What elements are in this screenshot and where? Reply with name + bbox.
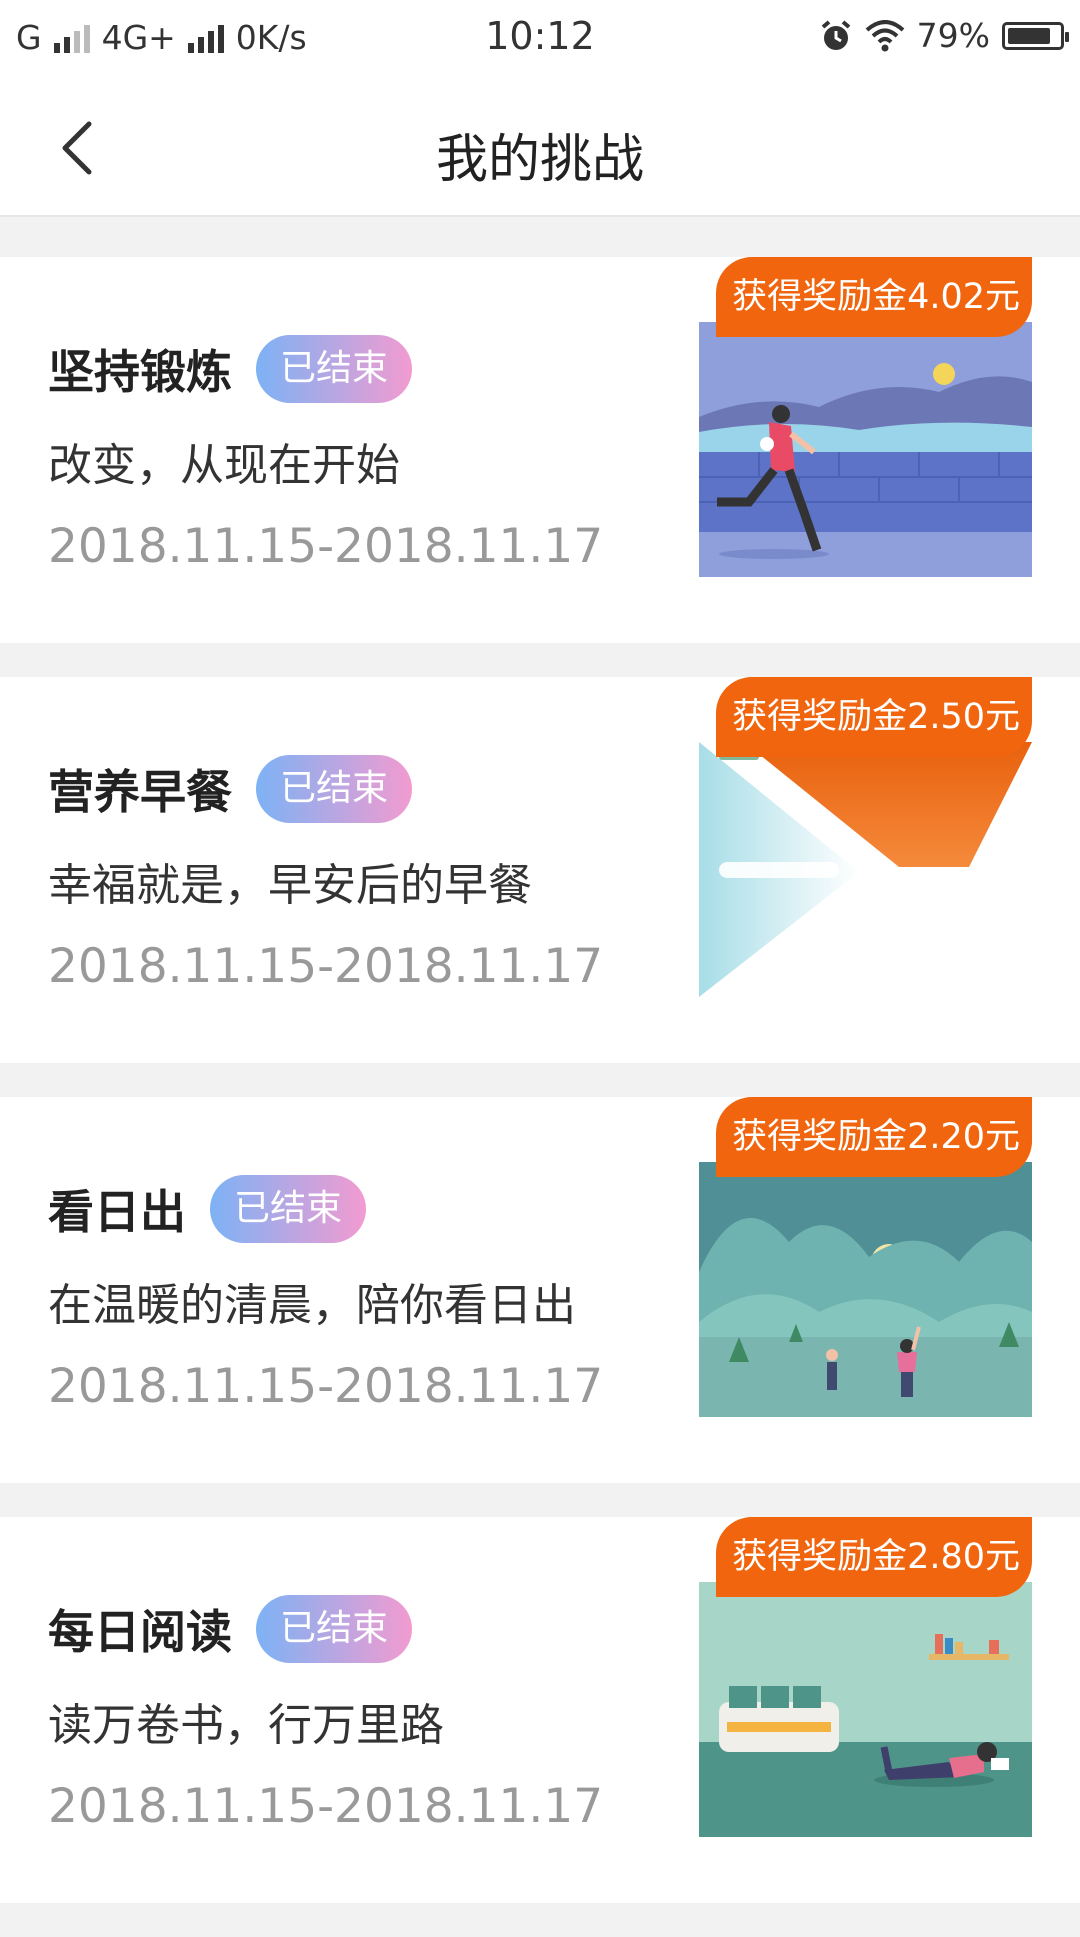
reward-badge: 获得奖励金2.20元 xyxy=(716,1097,1032,1177)
wifi-icon xyxy=(865,19,904,51)
challenge-title: 坚持锻炼 xyxy=(48,345,232,399)
challenge-title-row: 看日出 已结束 xyxy=(48,1175,367,1243)
status-right: 79% xyxy=(819,16,1069,55)
challenge-thumbnail-reading xyxy=(699,1582,1032,1837)
challenge-thumbnail-sunrise xyxy=(699,1162,1032,1417)
challenge-description: 读万卷书，行万里路 xyxy=(48,1700,444,1751)
status-badge: 已结束 xyxy=(256,1595,413,1663)
challenge-card[interactable]: 营养早餐 已结束 幸福就是，早安后的早餐 2018.11.15-2018.11.… xyxy=(0,677,1080,1063)
challenge-title-row: 营养早餐 已结束 xyxy=(48,755,413,823)
challenge-date: 2018.11.15-2018.11.17 xyxy=(48,1359,604,1414)
battery-icon xyxy=(1002,21,1069,50)
reward-badge: 获得奖励金2.80元 xyxy=(716,1517,1032,1597)
page-title: 我的挑战 xyxy=(435,130,644,190)
nav-bar: 我的挑战 xyxy=(0,75,1080,217)
challenge-title-row: 坚持锻炼 已结束 xyxy=(48,335,413,403)
challenge-date: 2018.11.15-2018.11.17 xyxy=(48,939,604,994)
challenge-title: 营养早餐 xyxy=(48,765,232,819)
challenge-title: 看日出 xyxy=(48,1185,186,1239)
challenge-date: 2018.11.15-2018.11.17 xyxy=(48,519,604,574)
challenge-description: 在温暖的清晨，陪你看日出 xyxy=(48,1280,576,1331)
challenge-card[interactable]: 每日阅读 已结束 读万卷书，行万里路 2018.11.15-2018.11.17… xyxy=(0,1517,1080,1903)
challenge-card[interactable]: 看日出 已结束 在温暖的清晨，陪你看日出 2018.11.15-2018.11.… xyxy=(0,1097,1080,1483)
challenge-card[interactable]: 坚持锻炼 已结束 改变，从现在开始 2018.11.15-2018.11.17 … xyxy=(0,257,1080,643)
status-badge: 已结束 xyxy=(256,335,413,403)
challenge-description: 幸福就是，早安后的早餐 xyxy=(48,860,532,911)
challenge-list: 坚持锻炼 已结束 改变，从现在开始 2018.11.15-2018.11.17 … xyxy=(0,257,1080,1937)
reward-badge: 获得奖励金4.02元 xyxy=(716,257,1032,337)
status-badge: 已结束 xyxy=(210,1175,367,1243)
alarm-icon xyxy=(821,19,850,50)
challenge-thumbnail-breakfast xyxy=(699,742,1032,997)
status-badge: 已结束 xyxy=(256,755,413,823)
challenge-description: 改变，从现在开始 xyxy=(48,440,400,491)
challenge-title: 每日阅读 xyxy=(48,1605,232,1659)
battery-percent: 79% xyxy=(916,16,990,55)
challenge-title-row: 每日阅读 已结束 xyxy=(48,1595,413,1663)
challenge-date: 2018.11.15-2018.11.17 xyxy=(48,1779,604,1834)
reward-badge: 获得奖励金2.50元 xyxy=(716,677,1032,757)
challenge-thumbnail-running xyxy=(699,322,1032,577)
status-bar: G 4G+ 0K/s 10:12 79% xyxy=(0,0,1080,75)
